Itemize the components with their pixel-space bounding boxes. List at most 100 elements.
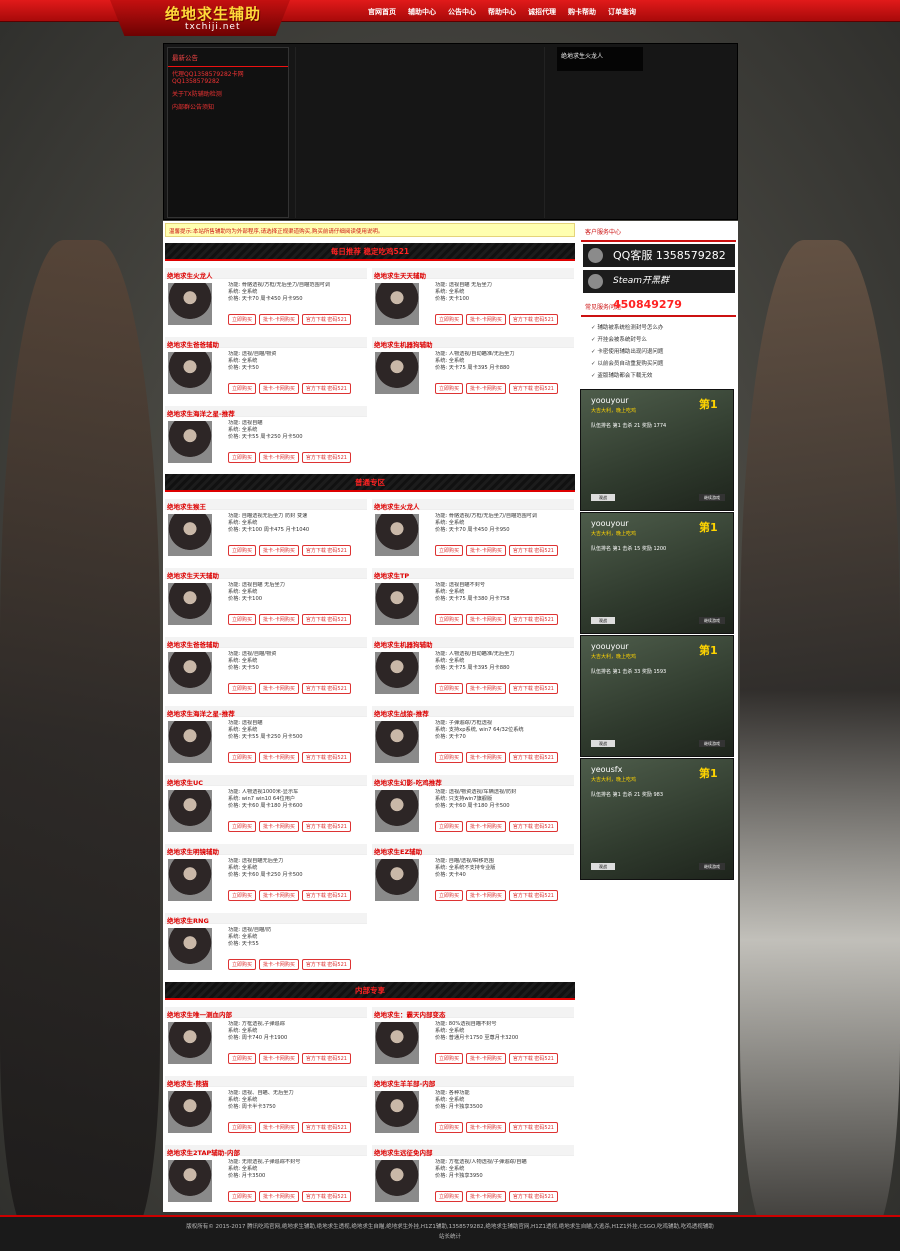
card-shop-button[interactable]: 批卡-卡网购买 [466,683,506,694]
buy-button[interactable]: 立即购买 [435,1122,464,1133]
faq-item[interactable]: ✓ 盗版辅助都会下载无效 [579,370,738,382]
product-title[interactable]: 绝地求生EZ辅助 [372,844,574,856]
download-button[interactable]: 官方下载 密码521 [301,452,351,463]
card-shop-button[interactable]: 批卡-卡网购买 [466,545,506,556]
card-shop-button[interactable]: 批卡-卡网购买 [466,890,506,901]
card-shop-button[interactable]: 批卡-卡网购买 [466,314,506,325]
card-shop-button[interactable]: 批卡-卡网购买 [259,1053,299,1064]
product-thumbnail[interactable] [168,1091,212,1133]
download-button[interactable]: 官方下载 密码521 [508,383,558,394]
product-thumbnail[interactable] [375,283,419,325]
card-shop-button[interactable]: 批卡-卡网购买 [466,1122,506,1133]
download-button[interactable]: 官方下载 密码521 [301,383,351,394]
product-title[interactable]: 绝地求生海洋之星-推荐 [165,706,367,718]
download-button[interactable]: 官方下载 密码521 [508,683,558,694]
nav-order-lookup[interactable]: 订单查询 [608,7,636,17]
nav-notices[interactable]: 公告中心 [448,7,476,17]
winner-screenshot[interactable]: yeousfx 大吉大利，晚上吃鸡 第1 队伍排名 第1 击杀 21 奖励 983 观战… [580,758,734,880]
product-title[interactable]: 绝地求生天天辅助 [372,268,574,280]
footer-stats-link[interactable]: 站长统计 [170,1232,730,1242]
buy-button[interactable]: 立即购买 [228,452,257,463]
faq-item[interactable]: ✓ 卡密使用辅助出现闪退问题 [579,346,738,358]
card-shop-button[interactable]: 批卡-卡网购买 [259,683,299,694]
card-shop-button[interactable]: 批卡-卡网购买 [259,383,299,394]
faq-item[interactable]: ✓ 以前会员自动重复购买问题 [579,358,738,370]
download-button[interactable]: 官方下载 密码521 [301,1053,351,1064]
download-button[interactable]: 官方下载 密码521 [508,1191,558,1202]
continue-button[interactable]: 继续游戏 [699,740,725,747]
download-button[interactable]: 官方下载 密码521 [508,752,558,763]
product-thumbnail[interactable] [375,721,419,763]
faq-item[interactable]: ✓ 开挂会被系统封号么 [579,334,738,346]
buy-button[interactable]: 立即购买 [228,314,257,325]
product-thumbnail[interactable] [375,583,419,625]
buy-button[interactable]: 立即购买 [435,890,464,901]
product-title[interactable]: 绝地求生机器狗辅助 [372,637,574,649]
continue-button[interactable]: 继续游戏 [699,863,725,870]
card-shop-button[interactable]: 批卡-卡网购买 [259,1122,299,1133]
download-button[interactable]: 官方下载 密码521 [301,614,351,625]
product-title[interactable]: 绝地求生战狼-推荐 [372,706,574,718]
spectate-button[interactable]: 观战 [591,494,615,501]
product-title[interactable]: 绝地求生唯一测血内部 [165,1007,367,1019]
product-thumbnail[interactable] [375,352,419,394]
download-button[interactable]: 官方下载 密码521 [301,752,351,763]
buy-button[interactable]: 立即购买 [228,1122,257,1133]
product-thumbnail[interactable] [168,583,212,625]
buy-button[interactable]: 立即购买 [435,614,464,625]
download-button[interactable]: 官方下载 密码521 [508,1122,558,1133]
download-button[interactable]: 官方下载 密码521 [508,1053,558,1064]
buy-button[interactable]: 立即购买 [435,683,464,694]
winner-screenshot[interactable]: yoouyour 大吉大利，晚上吃鸡 第1 队伍排名 第1 击杀 33 奖励 1593… [580,635,734,757]
steam-group-banner[interactable]: Steam开黑群 450849279 [583,270,735,311]
product-thumbnail[interactable] [168,652,212,694]
product-thumbnail[interactable] [375,1091,419,1133]
buy-button[interactable]: 立即购买 [228,614,257,625]
download-button[interactable]: 官方下载 密码521 [508,545,558,556]
card-shop-button[interactable]: 批卡-卡网购买 [466,383,506,394]
card-shop-button[interactable]: 批卡-卡网购买 [466,752,506,763]
notice-item[interactable]: 代理QQ1358579282卡网QQ1358579282 [168,67,288,87]
download-button[interactable]: 官方下载 密码521 [301,821,351,832]
product-thumbnail[interactable] [168,352,212,394]
product-title[interactable]: 绝地求生火龙人 [372,499,574,511]
buy-button[interactable]: 立即购买 [435,383,464,394]
spectate-button[interactable]: 观战 [591,617,615,624]
download-button[interactable]: 官方下载 密码521 [301,545,351,556]
product-thumbnail[interactable] [168,421,212,463]
site-logo[interactable]: 绝地求生辅助 [165,3,261,24]
card-shop-button[interactable]: 批卡-卡网购买 [259,1191,299,1202]
download-button[interactable]: 官方下载 密码521 [301,1122,351,1133]
winner-screenshot[interactable]: yoouyour 大吉大利，晚上吃鸡 第1 队伍排名 第1 击杀 15 奖励 1200… [580,512,734,634]
product-thumbnail[interactable] [168,1160,212,1202]
product-title[interactable]: 绝地求生·熊猫 [165,1076,367,1088]
buy-button[interactable]: 立即购买 [435,1053,464,1064]
continue-button[interactable]: 继续游戏 [699,617,725,624]
product-thumbnail[interactable] [375,652,419,694]
product-title[interactable]: 绝地求生天天辅助 [165,568,367,580]
hero-tag[interactable]: 绝地求生火龙人 [557,47,643,71]
product-thumbnail[interactable] [168,928,212,970]
product-title[interactable]: 绝地求生海洋之星-推荐 [165,406,367,418]
product-thumbnail[interactable] [375,1160,419,1202]
product-title[interactable]: 绝地求生TP [372,568,574,580]
download-button[interactable]: 官方下载 密码521 [301,314,351,325]
card-shop-button[interactable]: 批卡-卡网购买 [259,452,299,463]
product-thumbnail[interactable] [375,1022,419,1064]
product-title[interactable]: 绝地求生猴王 [165,499,367,511]
buy-button[interactable]: 立即购买 [228,383,257,394]
buy-button[interactable]: 立即购买 [228,1191,257,1202]
product-thumbnail[interactable] [168,859,212,901]
buy-button[interactable]: 立即购买 [228,959,257,970]
card-shop-button[interactable]: 批卡-卡网购买 [259,890,299,901]
nav-cheats[interactable]: 辅助中心 [408,7,436,17]
product-thumbnail[interactable] [168,721,212,763]
winner-screenshot[interactable]: yoouyour 大吉大利，晚上吃鸡 第1 队伍排名 第1 击杀 21 奖励 1774… [580,389,734,511]
spectate-button[interactable]: 观战 [591,740,615,747]
buy-button[interactable]: 立即购买 [228,683,257,694]
product-thumbnail[interactable] [375,790,419,832]
spectate-button[interactable]: 观战 [591,863,615,870]
buy-button[interactable]: 立即购买 [228,821,257,832]
download-button[interactable]: 官方下载 密码521 [508,821,558,832]
notice-item[interactable]: 内部群公告须知 [168,100,288,113]
